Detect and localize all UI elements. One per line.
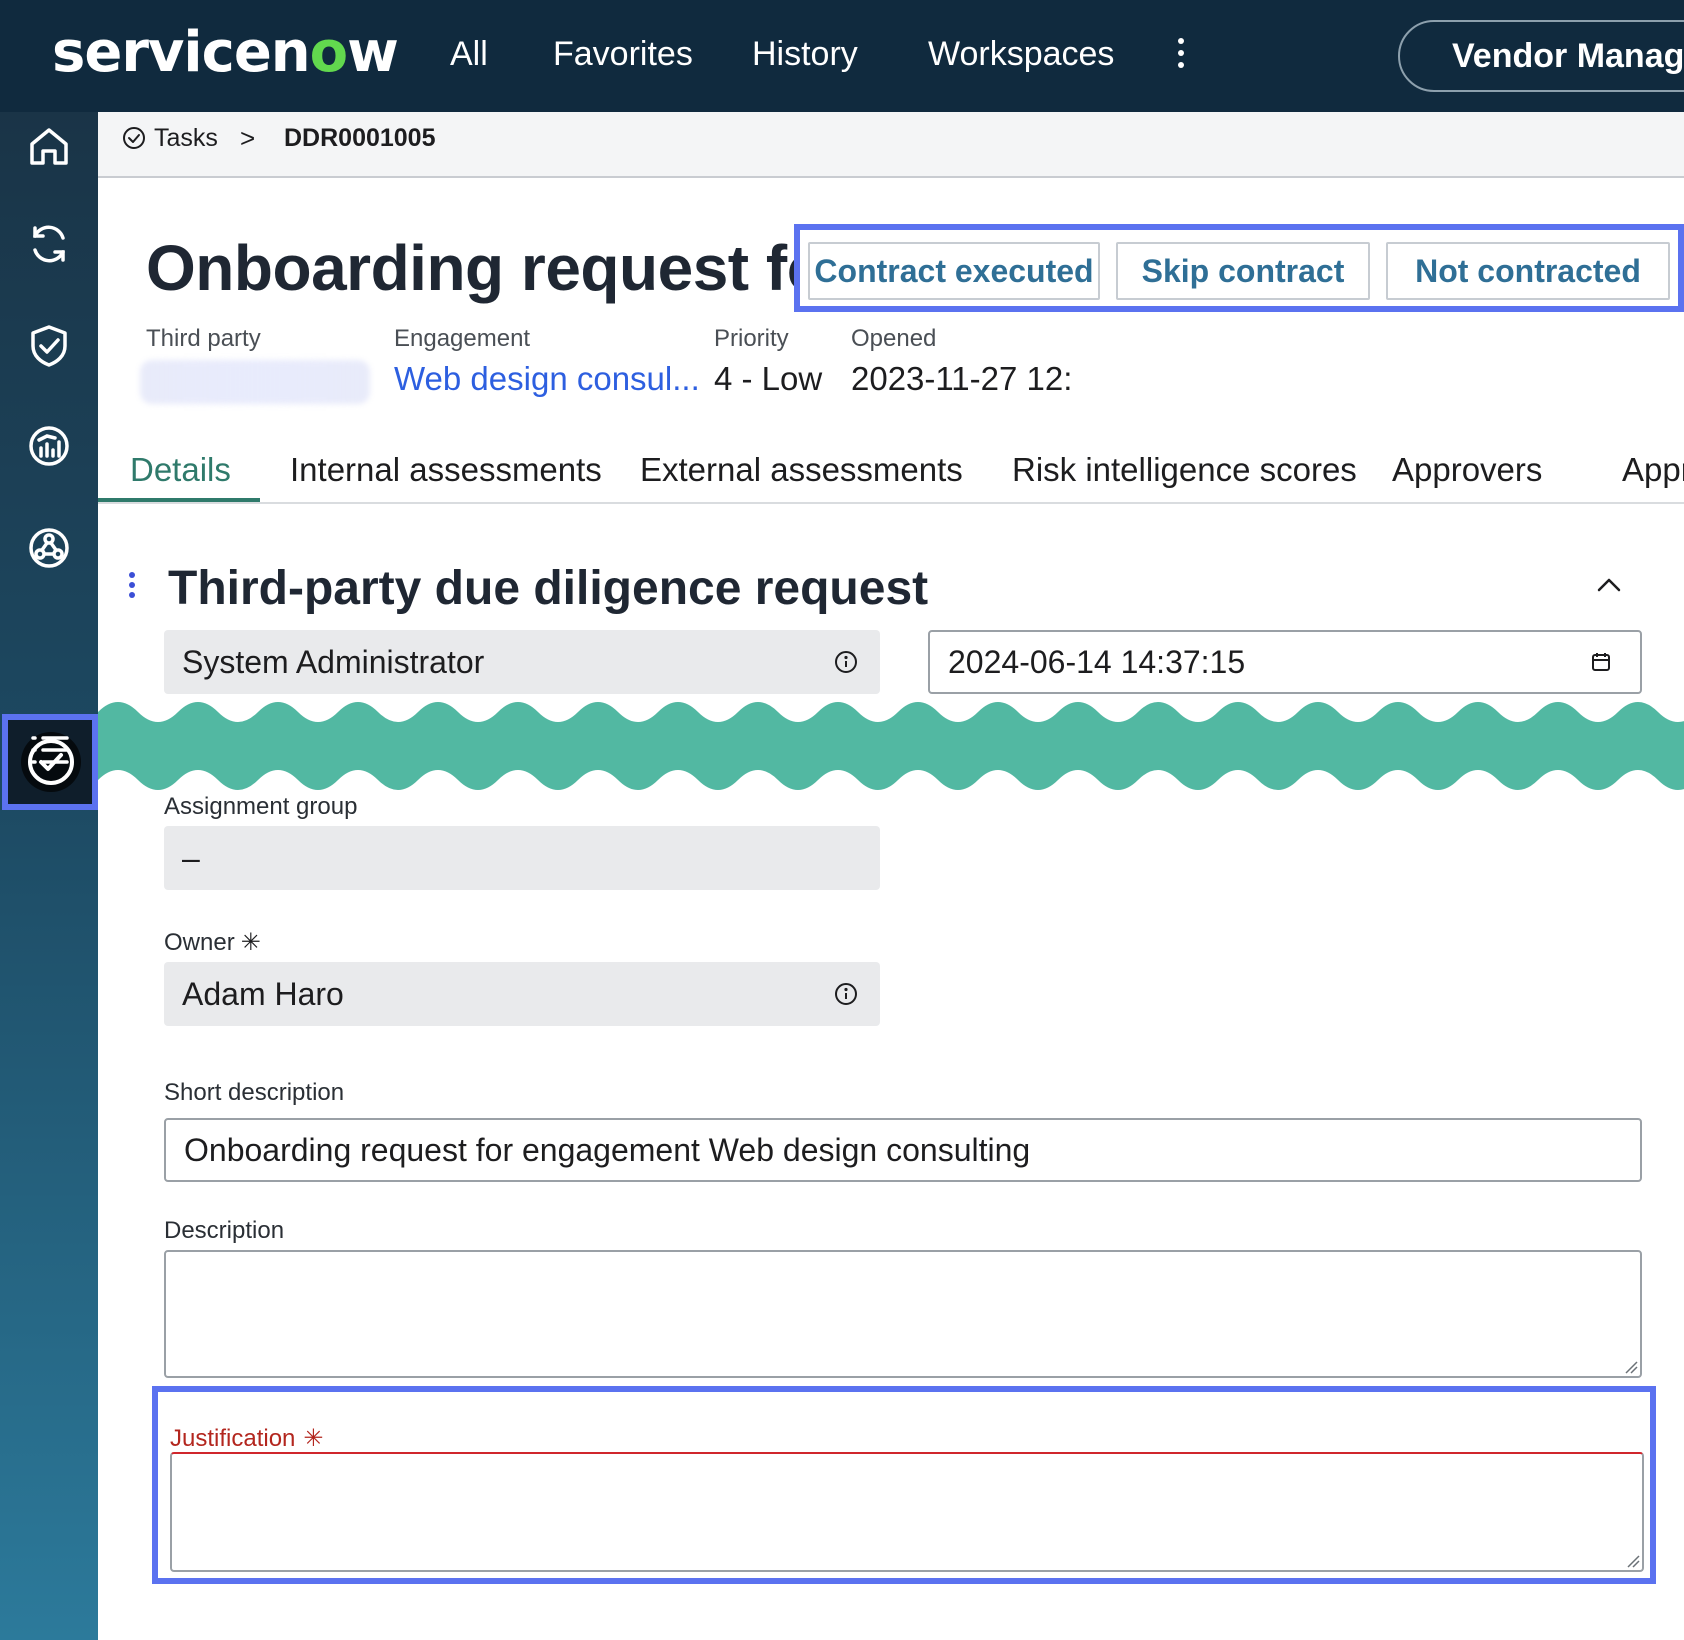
short-description-label: Short description [164,1079,345,1106]
required-mark: ✳ [303,1425,324,1452]
top-navigation-bar: servicenow All Favorites History Workspa… [0,0,1684,112]
short-description-value: Onboarding request for engagement Web de… [184,1132,1031,1168]
tab-appr[interactable]: Appr [1622,450,1684,490]
description-label: Description [164,1217,285,1244]
logo-text-o: o [309,20,348,85]
engagement-label: Engagement [394,325,531,352]
nav-all[interactable]: All [450,32,488,76]
not-contracted-button[interactable]: Not contracted [1386,242,1670,300]
calendar-icon[interactable] [1590,651,1612,673]
engagement-link[interactable]: Web design consul... [394,358,700,400]
requested-date-field[interactable]: 2024-06-14 14:37:15 [928,630,1642,694]
requested-by-value: System Administrator [182,644,485,680]
tab-details[interactable]: Details [130,450,231,490]
justification-highlight: Justification ✳ [152,1386,1656,1584]
sidebar [0,112,98,1640]
dashboard-gauge-icon[interactable] [25,422,73,470]
nav-workspaces[interactable]: Workspaces [928,32,1114,76]
justification-textarea[interactable] [170,1452,1644,1572]
chevron-up-icon[interactable] [1594,570,1624,600]
contract-executed-button[interactable]: Contract executed [808,242,1100,300]
justification-label-text: Justification [170,1425,296,1452]
requested-by-field[interactable]: System Administrator [164,630,880,694]
breadcrumb-separator: > [240,123,256,153]
breadcrumb: Tasks > DDR0001005 [98,112,1684,178]
short-description-field[interactable]: Onboarding request for engagement Web de… [164,1118,1642,1182]
record-tabs: Details Internal assessments External as… [98,440,1684,504]
section-menu-icon[interactable] [129,572,135,602]
nav-history[interactable]: History [752,32,858,76]
network-icon[interactable] [25,524,73,572]
more-menu-icon[interactable] [1176,38,1186,72]
assignment-group-value: – [182,840,200,876]
refresh-icon[interactable] [25,220,73,268]
info-icon[interactable] [834,650,858,674]
owner-value: Adam Haro [182,976,344,1012]
logo-text-a: servicen [52,20,311,85]
owner-label-text: Owner [164,929,235,956]
home-icon[interactable] [25,122,73,170]
resize-handle-icon[interactable] [1622,1358,1638,1374]
info-icon[interactable] [834,982,858,1006]
justification-label: Justification ✳ [170,1424,324,1454]
check-circle-icon [123,127,145,149]
record-actions: Contract executed Skip contract Not cont… [794,224,1684,312]
tab-external-assessments[interactable]: External assessments [640,450,963,490]
priority-value: 4 - Low [714,360,823,397]
breadcrumb-record-id: DDR0001005 [284,124,436,152]
skip-contract-button[interactable]: Skip contract [1116,242,1370,300]
workspace-label: Vendor Manage [1452,37,1684,75]
priority-label: Priority [714,325,789,352]
nav-favorites[interactable]: Favorites [553,32,693,76]
servicenow-logo[interactable]: servicenow [52,18,399,88]
owner-field[interactable]: Adam Haro [164,962,880,1026]
tab-risk-intelligence-scores[interactable]: Risk intelligence scores [1012,450,1357,490]
breadcrumb-tasks-link[interactable]: Tasks [154,122,218,154]
opened-value: 2023-11-27 12: [851,360,1073,397]
tab-internal-assessments[interactable]: Internal assessments [290,450,602,490]
resize-handle-icon[interactable] [1624,1552,1640,1568]
requested-date-value: 2024-06-14 14:37:15 [948,644,1246,680]
page-title: Onboarding request for [146,232,850,304]
app-root: servicenow All Favorites History Workspa… [0,0,1684,1640]
third-party-value-redacted [140,360,370,404]
section-title: Third-party due diligence request [168,562,929,615]
assignment-group-field[interactable]: – [164,826,880,890]
description-textarea[interactable] [164,1250,1642,1378]
assignment-group-label: Assignment group [164,793,358,820]
shield-check-icon[interactable] [25,322,73,370]
third-party-label: Third party [146,325,261,352]
required-mark: ✳ [240,929,261,956]
tab-details-indicator [98,498,260,502]
opened-label: Opened [851,325,937,352]
torn-edge-divider [98,702,1684,790]
logo-text-b: w [347,20,399,85]
workspace-switcher[interactable]: Vendor Manage [1398,20,1684,92]
list-icon[interactable] [25,726,73,774]
owner-label: Owner ✳ [164,928,261,958]
tab-approvers[interactable]: Approvers [1392,450,1542,490]
